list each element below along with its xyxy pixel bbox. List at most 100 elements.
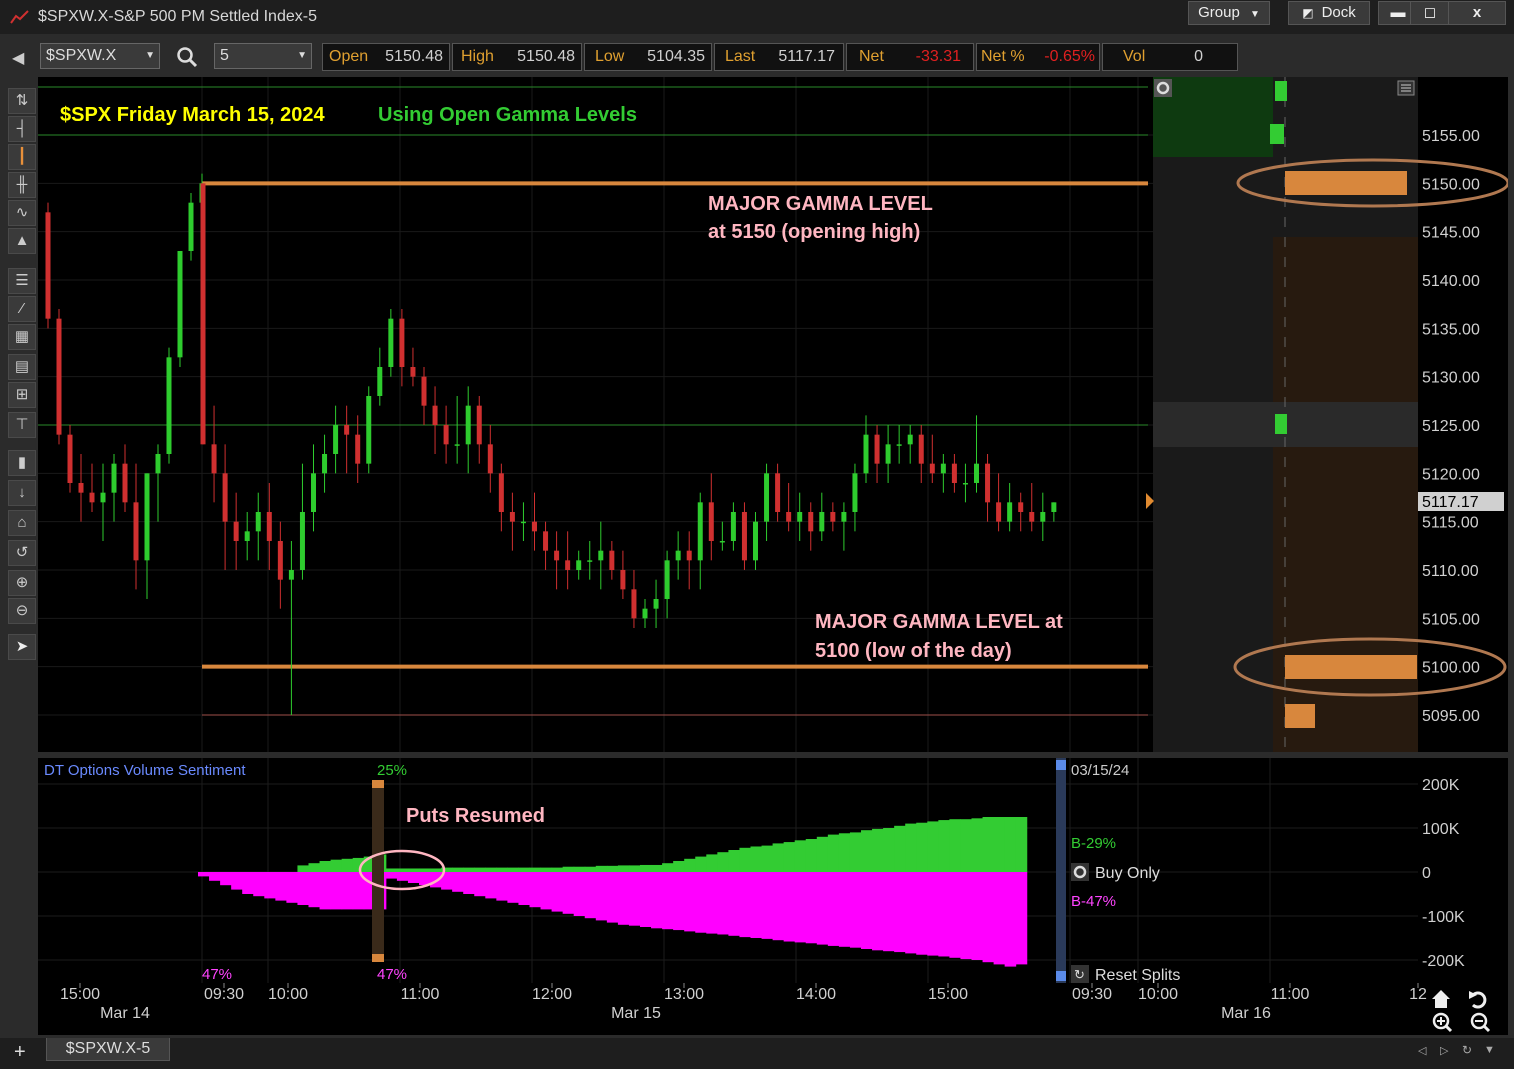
home-icon[interactable]	[1432, 990, 1450, 1008]
buy-volume-bar	[407, 868, 420, 872]
interval-select[interactable]: 5 ▼	[214, 43, 312, 69]
time-label: 13:00	[664, 986, 704, 1003]
sell-volume-bar	[573, 872, 586, 916]
tab-active-chart[interactable]: $SPXW.X-5	[46, 1038, 170, 1061]
sell-volume-bar	[872, 872, 884, 951]
time-label: 11:00	[1271, 986, 1310, 1003]
candle-body	[188, 202, 194, 251]
line-chart-icon[interactable]: ∿	[8, 200, 36, 226]
quote-label: Last	[725, 48, 756, 65]
ohlc-icon[interactable]: ╫	[8, 172, 36, 198]
sell-volume-bar	[883, 872, 895, 952]
buy-volume-bar	[573, 866, 586, 872]
bar-style-icon[interactable]: ┤	[8, 116, 36, 142]
sentiment-chart[interactable]: DT Options Volume Sentiment 25% 47% 47% …	[38, 758, 1508, 984]
buy-volume-bar	[341, 858, 354, 872]
column-icon[interactable]: ☰	[8, 268, 36, 294]
settings-gear-icon[interactable]	[1071, 863, 1089, 881]
symbol-input[interactable]: $SPXW.X ▼	[40, 43, 160, 69]
price-tick-label: 5120.00	[1422, 466, 1480, 483]
tab-refresh-icon[interactable]: ↻	[1462, 1043, 1472, 1057]
buy-volume-bar	[1004, 817, 1017, 872]
sell-volume-bar	[662, 872, 674, 930]
quote-value: 0	[1194, 48, 1203, 65]
maximize-button[interactable]: ◻	[1410, 1, 1450, 25]
candle-body	[211, 444, 217, 474]
quote-value: -33.31	[915, 48, 961, 65]
candle-body	[697, 502, 703, 561]
buy-volume-bar	[385, 868, 398, 872]
sell-volume-bar	[540, 872, 553, 910]
sell-volume-bar	[507, 872, 519, 903]
menu-icon[interactable]	[1397, 80, 1415, 96]
candle-body	[686, 550, 692, 561]
buy-volume-bar	[982, 817, 995, 872]
close-button[interactable]: x	[1448, 1, 1506, 25]
sell-volume-bar	[474, 872, 486, 897]
dock-label: Dock	[1321, 4, 1356, 21]
buy-only-label[interactable]: Buy Only	[1095, 865, 1160, 882]
back-arrow-icon[interactable]: ◀	[12, 48, 24, 68]
window-title: $SPXW.X-S&P 500 PM Settled Index-5	[38, 8, 317, 25]
candle-body	[498, 473, 504, 512]
candle-body	[907, 434, 913, 445]
gear-icon[interactable]	[1154, 79, 1172, 97]
sell-volume-bar	[385, 872, 398, 879]
tab-menu-icon[interactable]: ▼	[1484, 1044, 1495, 1056]
marker-top-handle	[372, 780, 384, 788]
pencil-icon[interactable]: ↓	[8, 480, 36, 506]
reset-splits-label[interactable]: Reset Splits	[1095, 967, 1180, 984]
candle-body	[664, 560, 670, 599]
cursor-line-icon[interactable]: ⊤	[8, 412, 36, 438]
undo-icon[interactable]: ↺	[8, 540, 36, 566]
tab-prev-icon[interactable]: ◁	[1418, 1044, 1426, 1057]
buy-volume-bar	[849, 832, 862, 872]
candlestick-icon[interactable]: ┃	[8, 144, 36, 170]
buy-volume-bar	[783, 842, 796, 872]
buy-volume-bar	[772, 843, 785, 872]
sell-volume-bar	[640, 872, 652, 927]
buy-volume-bar	[551, 867, 564, 872]
buy-volume-bar	[883, 828, 895, 872]
sell-volume-bar	[253, 872, 265, 897]
buy-volume-bar	[628, 865, 641, 872]
area-chart-icon[interactable]: ▲	[8, 228, 36, 254]
candle-body	[753, 521, 758, 561]
pointer-icon[interactable]: ➤	[8, 634, 36, 660]
price-chart[interactable]: 5155.00 5150.00 5145.00 5140.00 5135.00 5130.…	[38, 77, 1510, 752]
sell-volume-bar	[673, 872, 685, 931]
grid-icon[interactable]: ▦	[8, 324, 36, 350]
undo-icon[interactable]	[1469, 991, 1487, 1009]
sell-volume-bar	[606, 872, 619, 923]
reset-icon[interactable]: ↻	[1071, 965, 1089, 983]
zoom-in-icon[interactable]	[1432, 1012, 1453, 1033]
session-end-top-handle	[1056, 760, 1066, 770]
puts-resumed-marker	[372, 780, 384, 960]
zoom-out-icon[interactable]: ⊖	[8, 598, 36, 624]
zoom-in-icon[interactable]: ⊕	[8, 570, 36, 596]
trendline-icon[interactable]: ⁄	[8, 296, 36, 322]
candle-body	[421, 376, 427, 406]
candle-body	[962, 483, 968, 485]
tab-next-icon[interactable]: ▷	[1440, 1044, 1448, 1057]
puts-resumed-note: Puts Resumed	[406, 805, 545, 827]
home-icon[interactable]: ⌂	[8, 510, 36, 536]
search-icon[interactable]	[176, 46, 198, 68]
sell-volume-bar	[286, 872, 298, 903]
group-button[interactable]: Group ▼	[1188, 1, 1270, 25]
gamma-high-note-line2: at 5150 (opening high)	[708, 221, 920, 243]
table-icon[interactable]: ▤	[8, 354, 36, 380]
dock-button[interactable]: ◩ Dock	[1288, 1, 1370, 25]
plus-grid-icon[interactable]: ⊞	[8, 382, 36, 408]
buy-volume-bar	[905, 823, 917, 872]
zoom-out-icon[interactable]	[1470, 1012, 1491, 1033]
marker-bottom-handle	[372, 954, 384, 962]
buy-volume-bar	[319, 861, 332, 872]
candle-body	[355, 434, 361, 464]
quote-value: 5104.35	[647, 48, 705, 65]
sell-volume-bar	[827, 872, 840, 946]
buy-volume-bar	[640, 864, 652, 872]
pin-icon[interactable]: ▮	[8, 450, 36, 476]
crosshair-icon[interactable]: ⇅	[8, 88, 36, 114]
add-tab-button[interactable]: +	[14, 1041, 26, 1064]
